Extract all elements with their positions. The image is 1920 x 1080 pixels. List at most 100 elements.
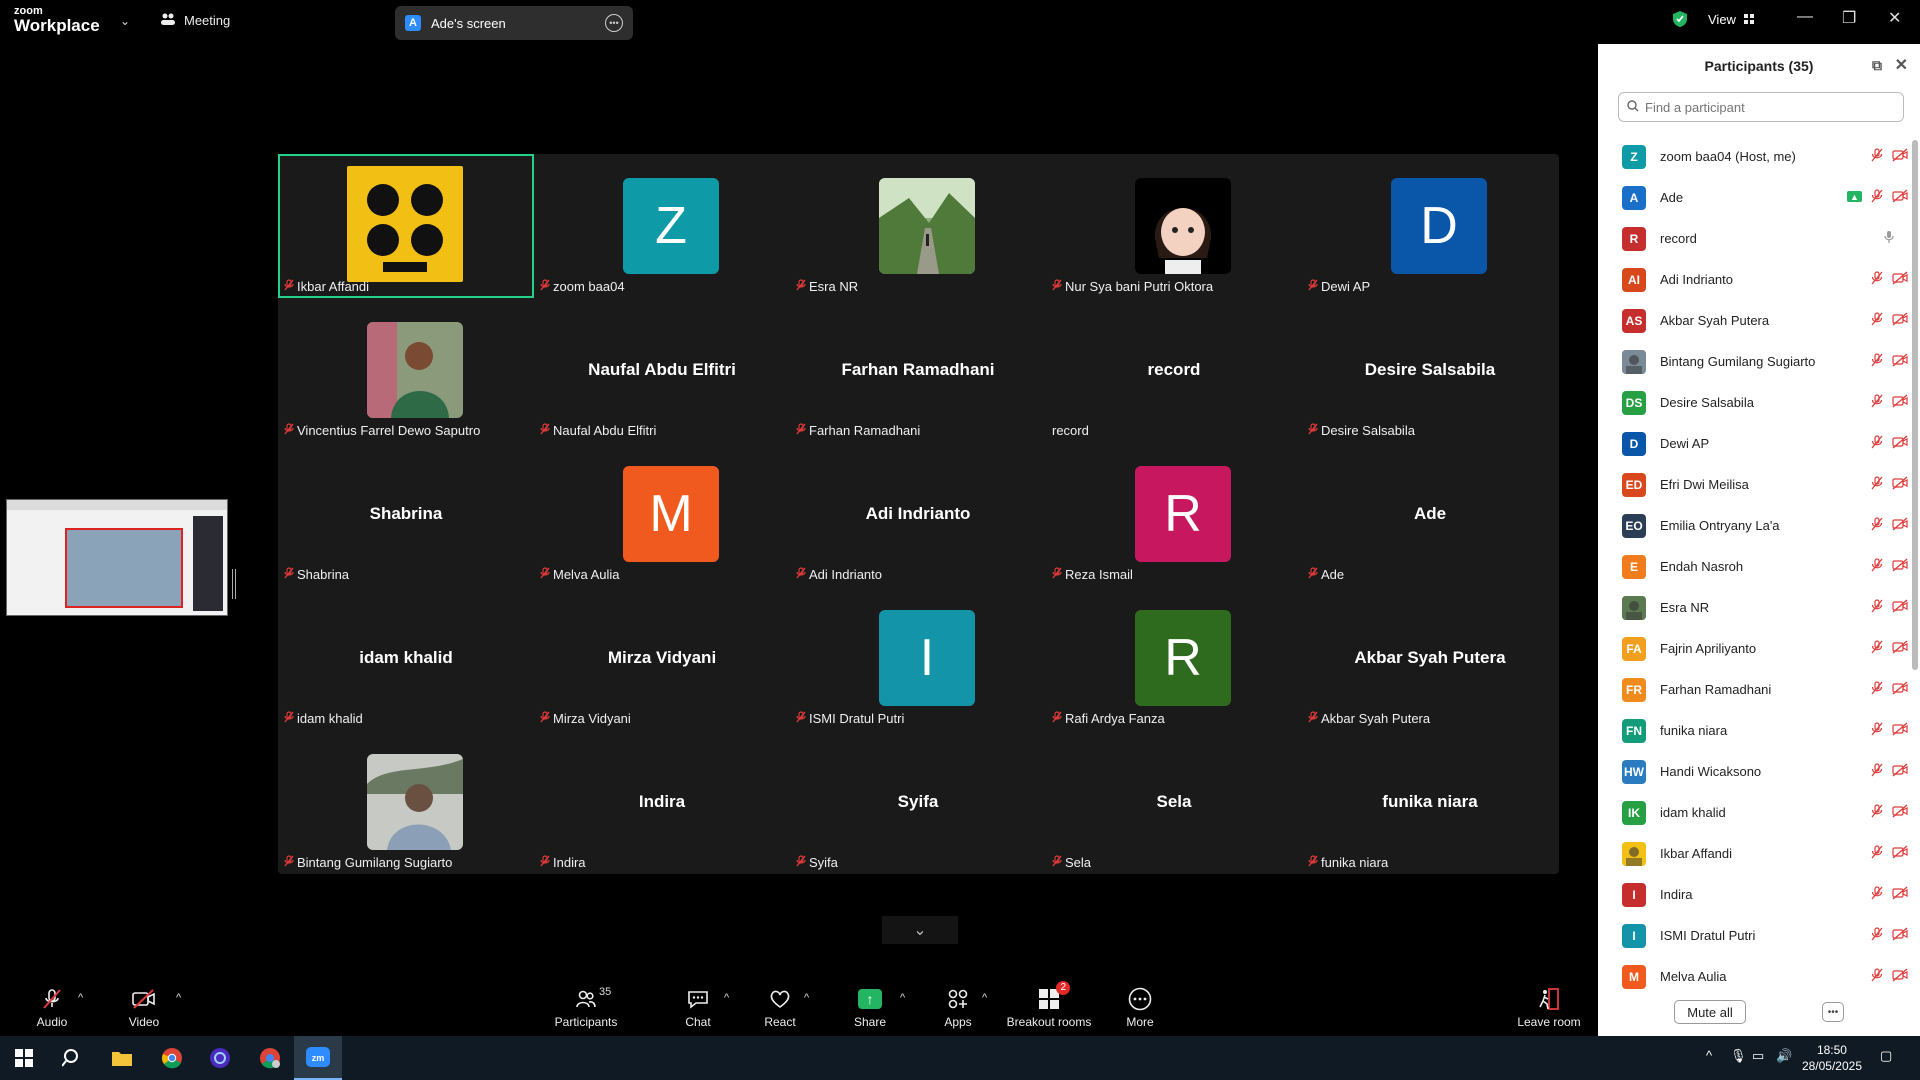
video-tile[interactable]: D Dewi AP xyxy=(1302,154,1558,298)
share-button[interactable]: ↑ Share xyxy=(852,980,888,1036)
video-tile[interactable]: M Melva Aulia xyxy=(534,442,790,586)
minimize-icon[interactable]: — xyxy=(1797,8,1813,26)
video-tile[interactable]: idam khalid idam khalid xyxy=(278,586,534,730)
search-input[interactable] xyxy=(1645,99,1885,115)
mic-muted-icon[interactable] xyxy=(1870,599,1884,616)
mic-muted-icon[interactable] xyxy=(1870,312,1884,329)
video-tile[interactable]: Indira Indira xyxy=(534,730,790,874)
mic-muted-icon[interactable] xyxy=(1870,763,1884,780)
browser-icon[interactable] xyxy=(206,1044,234,1072)
mic-icon[interactable]: 🎙 xyxy=(1730,1048,1747,1064)
participant-row[interactable]: Esra NR xyxy=(1598,587,1908,628)
shield-icon[interactable] xyxy=(1672,10,1688,33)
participant-row[interactable]: I Indira xyxy=(1598,874,1908,915)
notification-icon[interactable]: ▢ xyxy=(1880,1048,1892,1064)
react-options-caret[interactable]: ^ xyxy=(804,992,809,1004)
popout-icon[interactable]: ⧉ xyxy=(1872,57,1882,74)
participant-row[interactable]: HW Handi Wicaksono xyxy=(1598,751,1908,792)
leave-room-button[interactable]: Leave room xyxy=(1514,980,1584,1036)
chat-options-caret[interactable]: ^ xyxy=(724,992,729,1004)
participant-row[interactable]: Ikbar Affandi xyxy=(1598,833,1908,874)
view-button[interactable]: View xyxy=(1708,12,1754,27)
react-button[interactable]: React xyxy=(762,980,798,1036)
video-tile[interactable]: record record xyxy=(1046,298,1302,442)
chrome-icon[interactable] xyxy=(158,1044,186,1072)
participant-row[interactable]: Zzoom baa04 (Host, me) xyxy=(1598,136,1908,177)
shared-screen-thumbnail[interactable] xyxy=(6,499,228,616)
video-tile[interactable]: Farhan Ramadhani Farhan Ramadhani xyxy=(790,298,1046,442)
video-tile[interactable]: Sela Sela xyxy=(1046,730,1302,874)
participant-search[interactable] xyxy=(1618,92,1904,122)
zoom-taskbar-icon[interactable]: zm xyxy=(294,1036,342,1080)
apps-options-caret[interactable]: ^ xyxy=(982,992,987,1004)
participant-row[interactable]: AS Akbar Syah Putera xyxy=(1598,300,1908,341)
taskbar-clock[interactable]: 18:50 28/05/2025 xyxy=(1802,1042,1862,1074)
video-tile[interactable]: Zzoom baa04 xyxy=(534,154,790,298)
chevron-down-icon[interactable]: ⌄ xyxy=(882,916,958,944)
mic-muted-icon[interactable] xyxy=(1870,189,1884,206)
mic-muted-icon[interactable] xyxy=(1870,476,1884,493)
video-tile[interactable]: I ISMI Dratul Putri xyxy=(790,586,1046,730)
mic-muted-icon[interactable] xyxy=(1870,435,1884,452)
participant-row[interactable]: ED Efri Dwi Meilisa xyxy=(1598,464,1908,505)
mic-muted-icon[interactable] xyxy=(1870,968,1884,985)
more-options-icon[interactable]: ••• xyxy=(1822,1002,1844,1022)
participant-row[interactable]: IK idam khalid xyxy=(1598,792,1908,833)
participant-row[interactable]: Bintang Gumilang Sugiarto xyxy=(1598,341,1908,382)
search-icon[interactable] xyxy=(58,1044,86,1072)
volume-icon[interactable]: 🔊 xyxy=(1776,1048,1792,1064)
mic-icon[interactable] xyxy=(1884,230,1894,247)
participant-row[interactable]: Rrecord xyxy=(1598,218,1908,259)
participant-row[interactable]: A Ade ▲ xyxy=(1598,177,1908,218)
video-tile[interactable]: Syifa Syifa xyxy=(790,730,1046,874)
mic-muted-icon[interactable] xyxy=(1870,517,1884,534)
video-tile[interactable]: Naufal Abdu Elfitri Naufal Abdu Elfitri xyxy=(534,298,790,442)
chevron-down-icon[interactable]: ⌄ xyxy=(120,14,130,28)
more-button[interactable]: More xyxy=(1122,980,1158,1036)
shared-screen-tab[interactable]: A Ade's screen ••• xyxy=(395,6,633,40)
video-tile[interactable]: Esra NR xyxy=(790,154,1046,298)
mic-muted-icon[interactable] xyxy=(1870,722,1884,739)
audio-button[interactable]: Audio xyxy=(34,980,70,1036)
mic-muted-icon[interactable] xyxy=(1870,640,1884,657)
video-tile[interactable]: Vincentius Farrel Dewo Saputro xyxy=(278,298,534,442)
participant-row[interactable]: D Dewi AP xyxy=(1598,423,1908,464)
participant-row[interactable]: E Endah Nasroh xyxy=(1598,546,1908,587)
maximize-icon[interactable]: ❐ xyxy=(1842,8,1856,28)
participant-row[interactable]: DS Desire Salsabila xyxy=(1598,382,1908,423)
mic-muted-icon[interactable] xyxy=(1870,845,1884,862)
video-tile[interactable]: Ikbar Affandi xyxy=(278,154,534,298)
resize-handle[interactable] xyxy=(232,569,236,599)
share-options-caret[interactable]: ^ xyxy=(900,992,905,1004)
audio-options-caret[interactable]: ^ xyxy=(78,992,83,1004)
mic-muted-icon[interactable] xyxy=(1870,353,1884,370)
mute-all-button[interactable]: Mute all xyxy=(1674,1000,1746,1024)
mic-muted-icon[interactable] xyxy=(1870,148,1884,165)
video-tile[interactable]: R Rafi Ardya Fanza xyxy=(1046,586,1302,730)
video-tile[interactable]: Adi Indrianto Adi Indrianto xyxy=(790,442,1046,586)
video-tile[interactable]: Desire Salsabila Desire Salsabila xyxy=(1302,298,1558,442)
meeting-button[interactable]: Meeting xyxy=(160,12,230,29)
mic-muted-icon[interactable] xyxy=(1870,886,1884,903)
chevron-up-icon[interactable]: ^ xyxy=(1706,1048,1712,1063)
mic-muted-icon[interactable] xyxy=(1870,804,1884,821)
windows-start-icon[interactable] xyxy=(10,1044,38,1072)
more-options-icon[interactable]: ••• xyxy=(605,14,623,32)
network-icon[interactable]: ▭ xyxy=(1752,1048,1764,1064)
close-icon[interactable]: ✕ xyxy=(1888,8,1901,28)
video-tile[interactable]: Bintang Gumilang Sugiarto xyxy=(278,730,534,874)
participant-row[interactable]: M Melva Aulia xyxy=(1598,956,1908,997)
video-options-caret[interactable]: ^ xyxy=(176,992,181,1004)
mic-muted-icon[interactable] xyxy=(1870,558,1884,575)
video-tile[interactable]: Shabrina Shabrina xyxy=(278,442,534,586)
video-tile[interactable]: Ade Ade xyxy=(1302,442,1558,586)
mic-muted-icon[interactable] xyxy=(1870,681,1884,698)
participant-row[interactable]: EO Emilia Ontryany La'a xyxy=(1598,505,1908,546)
participant-row[interactable]: FN funika niara xyxy=(1598,710,1908,751)
participant-row[interactable]: FA Fajrin Apriliyanto xyxy=(1598,628,1908,669)
file-explorer-icon[interactable] xyxy=(108,1044,136,1072)
participant-row[interactable]: AI Adi Indrianto xyxy=(1598,259,1908,300)
participant-row[interactable]: I ISMI Dratul Putri xyxy=(1598,915,1908,956)
chrome-profile-icon[interactable] xyxy=(256,1044,284,1072)
video-tile[interactable]: R Reza Ismail xyxy=(1046,442,1302,586)
